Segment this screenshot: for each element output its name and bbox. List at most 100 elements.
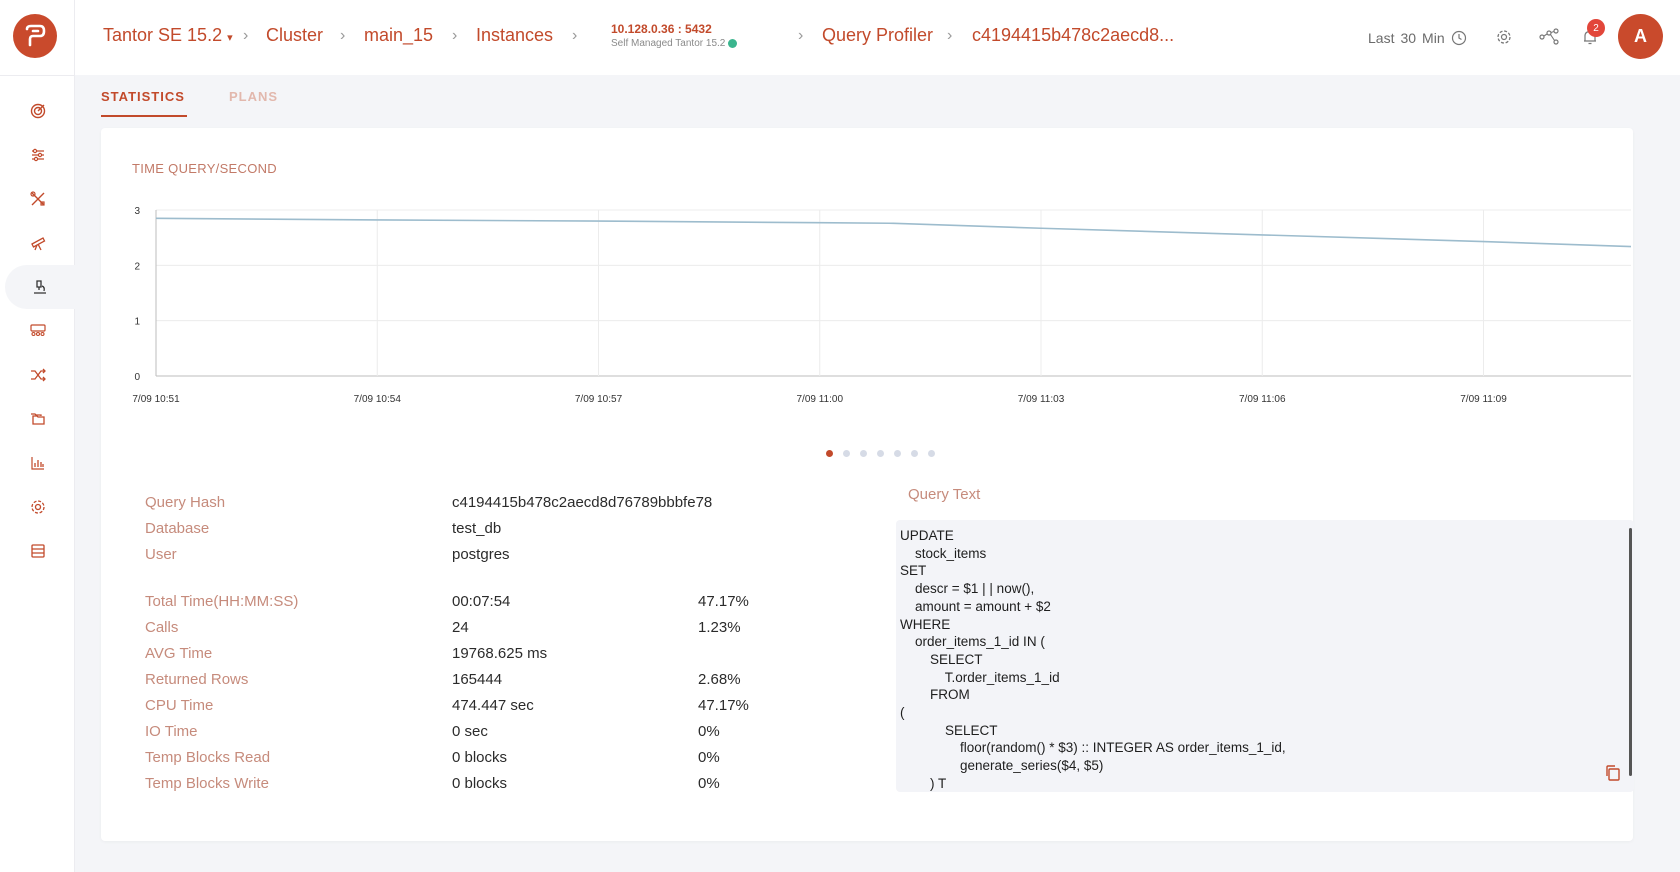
chart-title: TIME QUERY/SECOND [132, 161, 277, 176]
stat-label: IO Time [145, 723, 198, 740]
sidebar-divider [0, 75, 75, 76]
sidebar-item-dashboard[interactable] [0, 89, 75, 133]
pagination-dot[interactable] [894, 450, 901, 457]
chevron-down-icon: ▾ [227, 32, 233, 44]
topology-button[interactable] [1538, 26, 1560, 48]
time-range-value: 30 [1400, 30, 1417, 46]
active-tab-indicator [101, 115, 187, 117]
stat-value: test_db [452, 520, 502, 537]
x-tick-label: 7/09 11:03 [1018, 394, 1065, 405]
time-range-selector[interactable]: Last 30 Min [1368, 30, 1467, 46]
tab-statistics[interactable]: STATISTICS [101, 89, 185, 104]
x-tick-label: 7/09 10:57 [575, 394, 623, 405]
pagination-dot[interactable] [911, 450, 918, 457]
stat-label: Total Time(HH:MM:SS) [145, 593, 299, 610]
sidebar [0, 0, 75, 872]
stat-label: Temp Blocks Read [145, 749, 271, 766]
sidebar-item-folders[interactable] [0, 397, 75, 441]
stat-label: CPU Time [145, 697, 214, 714]
x-tick-label: 7/09 11:06 [1239, 394, 1286, 405]
users-icon [29, 324, 46, 337]
copy-button[interactable] [1602, 762, 1624, 784]
breadcrumb-db[interactable]: main_15 [364, 25, 433, 46]
breadcrumb-query-profiler[interactable]: Query Profiler [822, 25, 933, 46]
stat-value: 0 blocks [452, 775, 508, 792]
stat-label: Temp Blocks Write [145, 775, 269, 792]
pagination-dot[interactable] [877, 450, 884, 457]
sidebar-item-users[interactable] [0, 309, 75, 353]
chart-pagination [826, 450, 935, 457]
stat-value: 0 sec [452, 723, 488, 740]
top-header: Tantor SE 15.2 ▾ › Cluster › main_15 › I… [75, 0, 1680, 75]
stat-percent: 0% [698, 723, 720, 740]
stat-percent: 2.68% [698, 671, 741, 688]
sidebar-item-shuffle[interactable] [0, 353, 75, 397]
statistics-card: TIME QUERY/SECOND 0 1 2 3 7/09 10:51 7/09 10:… [101, 128, 1634, 841]
stat-label: Returned Rows [145, 671, 249, 688]
y-tick-label: 3 [134, 206, 140, 217]
y-tick-label: 1 [134, 317, 140, 328]
stat-label: AVG Time [145, 645, 213, 662]
stat-label: Calls [145, 619, 179, 636]
stat-percent: 1.23% [698, 619, 741, 636]
settings-button[interactable] [1493, 26, 1515, 48]
y-tick-label: 2 [134, 261, 140, 272]
sliders-icon [31, 148, 44, 162]
stat-label: User [145, 546, 177, 563]
check-circle-icon [728, 39, 738, 48]
sidebar-item-telescope[interactable] [0, 221, 75, 265]
breadcrumb-instances[interactable]: Instances [476, 25, 553, 46]
pagination-dot[interactable] [843, 450, 850, 457]
sidebar-item-database[interactable] [0, 529, 75, 573]
breadcrumb-product[interactable]: Tantor SE 15.2 ▾ [103, 25, 233, 46]
copy-icon [1606, 765, 1620, 781]
chevron-right-icon: › [798, 27, 804, 44]
x-tick-label: 7/09 11:00 [796, 394, 843, 405]
breadcrumb-query-hash: c4194415b478c2aecd8... [972, 25, 1175, 45]
stat-value: 165444 [452, 671, 503, 688]
tantor-logo[interactable] [13, 14, 57, 58]
gear-icon [30, 500, 45, 514]
chevron-right-icon: › [947, 27, 953, 44]
stat-percent: 0% [698, 749, 720, 766]
chevron-right-icon: › [452, 27, 458, 44]
stat-percent: 47.17% [698, 697, 749, 714]
stat-label: Database [145, 520, 210, 537]
x-tick-label: 7/09 11:09 [1460, 394, 1507, 405]
sidebar-item-tools[interactable] [0, 177, 75, 221]
stat-value: c4194415b478c2aecd8d76789bbbfe78 [452, 494, 713, 511]
shuffle-icon [30, 368, 46, 382]
instance-address: 10.128.0.36 : 5432 [611, 22, 712, 36]
tab-plans[interactable]: PLANS [229, 89, 278, 104]
stat-percent: 0% [698, 775, 720, 792]
pagination-dot[interactable] [860, 450, 867, 457]
breadcrumb-cluster[interactable]: Cluster [266, 25, 323, 46]
pagination-dot[interactable] [928, 450, 935, 457]
stat-value: postgres [452, 546, 510, 563]
breadcrumb-instance[interactable]: 10.128.0.36 : 5432 Self Managed Tantor 1… [611, 22, 738, 49]
stat-value: 19768.625 ms [452, 645, 548, 662]
share-nodes-icon [1539, 28, 1559, 45]
dashboard-icon [30, 103, 45, 119]
query-text-scrollbar[interactable] [1629, 528, 1632, 776]
breadcrumb-product-label: Tantor SE 15.2 [103, 25, 223, 45]
sidebar-item-reports[interactable] [0, 441, 75, 485]
tools-icon [29, 191, 45, 206]
stat-value: 0 blocks [452, 749, 508, 766]
sidebar-item-query-profiler[interactable] [5, 265, 75, 309]
telescope-icon [30, 237, 45, 251]
y-tick-label: 0 [134, 372, 140, 383]
bar-chart-icon [30, 457, 44, 470]
microscope-icon [34, 280, 46, 294]
query-text-box[interactable]: UPDATE stock_items SET descr = $1 | | no… [896, 520, 1634, 792]
chevron-right-icon: › [340, 27, 346, 44]
time-range-unit: Min [1422, 30, 1445, 46]
stat-percent: 47.17% [698, 593, 749, 610]
pagination-dot[interactable] [826, 450, 833, 457]
clock-icon [1451, 30, 1466, 46]
folders-icon [30, 413, 45, 425]
avatar[interactable]: A [1618, 14, 1663, 59]
sidebar-item-settings-sliders[interactable] [0, 133, 75, 177]
sidebar-item-settings[interactable] [0, 485, 75, 529]
query-text-label: Query Text [908, 486, 981, 503]
